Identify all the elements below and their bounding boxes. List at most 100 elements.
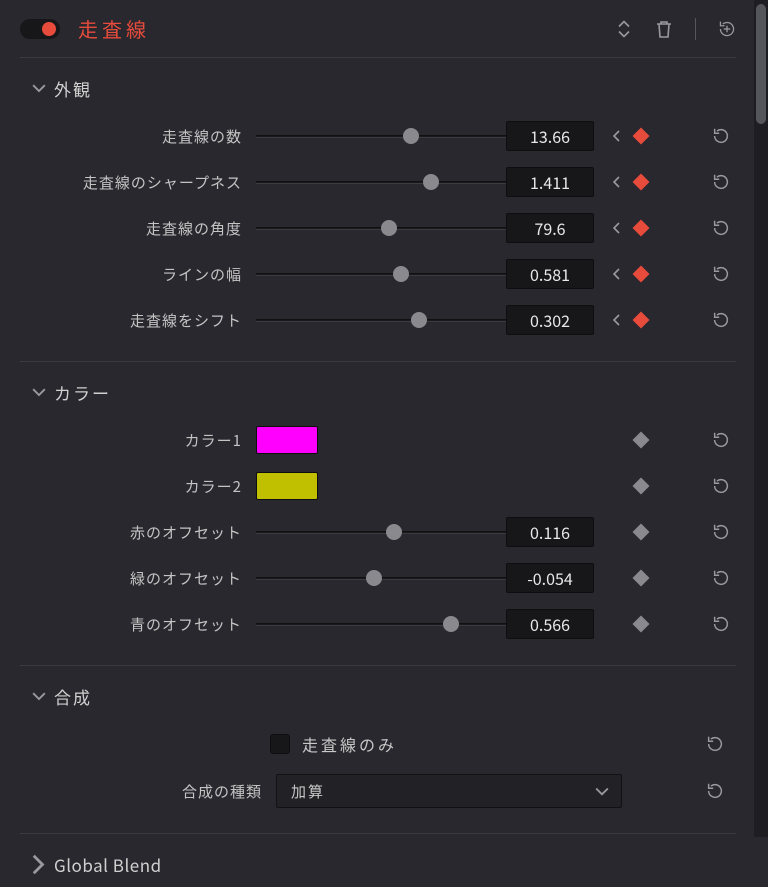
slider-thumb[interactable]: [411, 312, 427, 328]
divider: [695, 18, 696, 40]
prev-keyframe-icon[interactable]: [612, 268, 622, 280]
param-row-composite-type: 合成の種類 加算: [20, 767, 736, 815]
section-header-appearance[interactable]: 外観: [20, 72, 736, 113]
color-swatch-2[interactable]: [256, 472, 318, 500]
reset-icon[interactable]: [711, 126, 731, 146]
keyframe-diamond-icon[interactable]: [633, 266, 650, 283]
scrollbar[interactable]: [754, 0, 768, 837]
keyframe-diamond-icon[interactable]: [633, 478, 650, 495]
slider-track: [256, 531, 506, 534]
slider[interactable]: [256, 614, 506, 634]
value-input[interactable]: 13.66: [506, 121, 594, 151]
scanlines-only-checkbox[interactable]: [270, 734, 290, 754]
reset-icon[interactable]: [705, 734, 725, 754]
scrollbar-thumb[interactable]: [756, 4, 766, 124]
param-label: 赤のオフセット: [20, 522, 256, 543]
reset-icon[interactable]: [711, 522, 731, 542]
keyframe-diamond-icon[interactable]: [633, 432, 650, 449]
dropdown-value: 加算: [291, 781, 325, 802]
enable-toggle[interactable]: [20, 19, 60, 39]
chevron-down-icon: [32, 82, 46, 96]
value-input[interactable]: 0.581: [506, 259, 594, 289]
keyframe-diamond-icon[interactable]: [633, 312, 650, 329]
slider[interactable]: [256, 126, 506, 146]
param-label: 走査線の数: [20, 126, 256, 147]
chevron-down-icon: [32, 690, 46, 704]
keyframe-diamond-icon[interactable]: [633, 616, 650, 633]
slider-track: [256, 319, 506, 322]
section-header-global-blend[interactable]: Global Blend: [20, 848, 736, 877]
effect-title: 走査線: [78, 14, 615, 43]
slider-track: [256, 623, 506, 626]
section-title: 外観: [54, 76, 92, 101]
section-header-color[interactable]: カラー: [20, 376, 736, 417]
reset-icon[interactable]: [711, 172, 731, 192]
toggle-knob: [42, 22, 56, 36]
keyframe-diamond-icon[interactable]: [633, 570, 650, 587]
param-row: 赤のオフセット 0.116: [20, 509, 736, 555]
slider[interactable]: [256, 218, 506, 238]
slider-thumb[interactable]: [393, 266, 409, 282]
section-color: カラー カラー1 カラー2 赤のオフセット0.116緑のオフセット-0.054青…: [20, 362, 736, 666]
reset-icon[interactable]: [711, 264, 731, 284]
section-header-composite[interactable]: 合成: [20, 680, 736, 721]
slider-thumb[interactable]: [366, 570, 382, 586]
value-input[interactable]: 1.411: [506, 167, 594, 197]
param-label: 走査線のシャープネス: [20, 172, 256, 193]
value-input[interactable]: 0.302: [506, 305, 594, 335]
slider-track: [256, 135, 506, 138]
prev-keyframe-icon[interactable]: [612, 314, 622, 326]
keyframe-diamond-icon[interactable]: [633, 220, 650, 237]
param-row: 走査線をシフト 0.302: [20, 297, 736, 343]
slider-thumb[interactable]: [403, 128, 419, 144]
add-preset-icon[interactable]: [718, 20, 736, 38]
color-swatch-1[interactable]: [256, 426, 318, 454]
reset-icon[interactable]: [711, 568, 731, 588]
value-input[interactable]: 0.566: [506, 609, 594, 639]
checkbox-label: 走査線のみ: [302, 732, 694, 756]
value-input[interactable]: -0.054: [506, 563, 594, 593]
slider[interactable]: [256, 310, 506, 330]
param-row: 走査線のシャープネス 1.411: [20, 159, 736, 205]
chevron-down-icon: [32, 386, 46, 400]
slider-thumb[interactable]: [386, 524, 402, 540]
slider[interactable]: [256, 264, 506, 284]
chevron-down-icon: [595, 781, 609, 802]
slider[interactable]: [256, 522, 506, 542]
slider-thumb[interactable]: [423, 174, 439, 190]
param-row: 走査線の角度79.6: [20, 205, 736, 251]
param-label: ラインの幅: [20, 264, 256, 285]
reset-icon[interactable]: [711, 430, 731, 450]
param-label: 青のオフセット: [20, 614, 256, 635]
reset-icon[interactable]: [711, 476, 731, 496]
reset-icon[interactable]: [711, 218, 731, 238]
value-input[interactable]: 0.116: [506, 517, 594, 547]
param-row: ラインの幅 0.581: [20, 251, 736, 297]
slider-thumb[interactable]: [443, 616, 459, 632]
slider[interactable]: [256, 172, 506, 192]
section-title: 合成: [54, 684, 92, 709]
reset-icon[interactable]: [711, 310, 731, 330]
prev-keyframe-icon[interactable]: [612, 176, 622, 188]
reset-icon[interactable]: [711, 614, 731, 634]
param-row-color1: カラー1: [20, 417, 736, 463]
prev-keyframe-icon[interactable]: [612, 130, 622, 142]
section-appearance: 外観 走査線の数13.66走査線のシャープネス1.411走査線の角度79.6ライ…: [20, 58, 736, 362]
slider-track: [256, 273, 506, 276]
composite-type-dropdown[interactable]: 加算: [276, 774, 622, 808]
slider[interactable]: [256, 568, 506, 588]
section-global-blend: Global Blend: [20, 834, 736, 887]
trash-icon[interactable]: [655, 20, 673, 38]
reorder-icon[interactable]: [615, 20, 633, 38]
section-composite: 合成 走査線のみ 合成の種類 加算: [20, 666, 736, 834]
section-title: Global Blend: [54, 852, 162, 877]
keyframe-diamond-icon[interactable]: [633, 524, 650, 541]
prev-keyframe-icon[interactable]: [612, 222, 622, 234]
keyframe-diamond-icon[interactable]: [633, 128, 650, 145]
param-row: 走査線の数 13.66: [20, 113, 736, 159]
reset-icon[interactable]: [705, 781, 725, 801]
value-input[interactable]: 79.6: [506, 213, 594, 243]
slider-thumb[interactable]: [381, 220, 397, 236]
param-label: 走査線をシフト: [20, 310, 256, 331]
keyframe-diamond-icon[interactable]: [633, 174, 650, 191]
